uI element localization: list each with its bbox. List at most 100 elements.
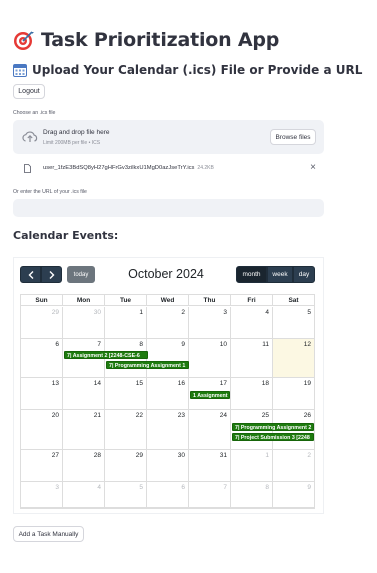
- calendar-event[interactable]: 7| Assignment 2 [2248-CSE-6: [64, 351, 148, 359]
- chevron-right-icon: [49, 270, 54, 279]
- calendar-event[interactable]: 7| Programming Assignment 2: [232, 423, 314, 431]
- prev-month-button[interactable]: [20, 266, 41, 283]
- file-name-text: user_1fzE3BdSQ8yH27gHFrGv3zilkxU1MgD0azJ…: [43, 165, 195, 171]
- day-number: 1: [265, 452, 269, 459]
- day-number: 23: [177, 412, 185, 419]
- day-cell[interactable]: 6: [147, 482, 189, 507]
- calendar-icon: [13, 64, 27, 77]
- view-month-button[interactable]: month: [236, 266, 267, 283]
- page-title-text: Task Prioritization App: [41, 29, 280, 51]
- day-number: 17: [219, 380, 227, 387]
- day-number: 6: [55, 341, 59, 348]
- view-day-button[interactable]: day: [293, 266, 315, 283]
- day-number: 25: [261, 412, 269, 419]
- day-cell[interactable]: 20: [21, 410, 63, 449]
- day-cell[interactable]: 4: [231, 307, 273, 338]
- day-number: 22: [135, 412, 143, 419]
- calendar-event[interactable]: 7| Project Submission 3 [2248: [232, 433, 314, 441]
- logout-button[interactable]: Logout: [13, 84, 45, 99]
- day-cell[interactable]: 6: [21, 339, 63, 377]
- day-cell[interactable]: 21: [63, 410, 105, 449]
- day-cell[interactable]: 30: [147, 450, 189, 481]
- day-cell[interactable]: 19: [273, 378, 314, 409]
- browse-files-button[interactable]: Browse files: [270, 129, 316, 145]
- url-input-label: Or enter the URL of your .ics file: [13, 189, 87, 195]
- day-number: 16: [177, 380, 185, 387]
- day-cell[interactable]: 11: [231, 339, 273, 377]
- chevron-left-icon: [28, 270, 33, 279]
- day-cell[interactable]: 3: [189, 307, 231, 338]
- day-cell[interactable]: 18: [231, 378, 273, 409]
- ics-url-input[interactable]: [13, 199, 324, 217]
- view-week-button[interactable]: week: [267, 266, 293, 283]
- day-number: 14: [93, 380, 101, 387]
- day-number: 3: [223, 309, 227, 316]
- day-number: 30: [93, 309, 101, 316]
- dow-sat: Sat: [288, 297, 299, 304]
- dropzone-title: Drag and drop file here: [43, 129, 110, 136]
- day-cell[interactable]: 1: [105, 307, 147, 338]
- day-cell[interactable]: 3: [21, 482, 63, 507]
- day-cell[interactable]: 4: [63, 482, 105, 507]
- day-cell[interactable]: 23: [147, 410, 189, 449]
- calendar-title: October 2024: [128, 267, 204, 281]
- day-cell[interactable]: 29: [21, 307, 63, 338]
- day-number: 18: [261, 380, 269, 387]
- upload-subheader-text: Upload Your Calendar (.ics) File or Prov…: [32, 63, 363, 77]
- calendar-week-row: 27 28 29 30 31 1 2: [21, 450, 314, 482]
- day-number: 31: [219, 452, 227, 459]
- day-number: 2: [307, 452, 311, 459]
- calendar-event[interactable]: 1 Assignment: [190, 391, 230, 399]
- file-icon: [24, 164, 31, 173]
- day-cell[interactable]: 1: [231, 450, 273, 481]
- day-number: 1: [139, 309, 143, 316]
- day-cell[interactable]: 2: [273, 450, 314, 481]
- dow-wed: Wed: [147, 295, 189, 305]
- day-cell[interactable]: 13: [21, 378, 63, 409]
- day-cell[interactable]: 24: [189, 410, 231, 449]
- calendar-grid: Sun Mon Tue Wed Thu Fri Sat 29 30 1 2 3 …: [20, 294, 315, 509]
- day-cell-today[interactable]: 12: [273, 339, 314, 377]
- day-cell[interactable]: 7: [189, 482, 231, 507]
- day-number: 29: [51, 309, 59, 316]
- day-cell[interactable]: 31: [189, 450, 231, 481]
- day-cell[interactable]: 14: [63, 378, 105, 409]
- next-month-button[interactable]: [41, 266, 62, 283]
- day-cell[interactable]: 27: [21, 450, 63, 481]
- day-number: 26: [303, 412, 311, 419]
- day-cell[interactable]: 16: [147, 378, 189, 409]
- file-size-text: 24.2KB: [197, 165, 214, 171]
- day-cell[interactable]: 9: [273, 482, 314, 507]
- calendar-event[interactable]: 7| Programming Assignment 1: [106, 361, 189, 369]
- file-uploader-label: Choose an .ics file: [13, 110, 56, 116]
- day-cell[interactable]: 2: [147, 307, 189, 338]
- day-cell[interactable]: 22: [105, 410, 147, 449]
- day-number: 20: [51, 412, 59, 419]
- day-number: 6: [181, 484, 185, 491]
- day-cell[interactable]: 10: [189, 339, 231, 377]
- day-cell[interactable]: 30: [63, 307, 105, 338]
- close-icon[interactable]: ×: [310, 163, 316, 173]
- days-of-week-header: Sun Mon Tue Wed Thu Fri Sat: [21, 295, 314, 306]
- today-button[interactable]: today: [67, 266, 95, 283]
- day-cell[interactable]: 29: [105, 450, 147, 481]
- day-number: 12: [303, 341, 311, 348]
- day-number: 27: [51, 452, 59, 459]
- day-number: 10: [219, 341, 227, 348]
- day-number: 8: [265, 484, 269, 491]
- upload-subheader: Upload Your Calendar (.ics) File or Prov…: [13, 61, 362, 79]
- add-task-manually-button[interactable]: Add a Task Manually: [13, 526, 84, 542]
- day-number: 30: [177, 452, 185, 459]
- day-cell[interactable]: 8: [231, 482, 273, 507]
- day-number: 29: [135, 452, 143, 459]
- day-number: 4: [265, 309, 269, 316]
- day-cell[interactable]: 15: [105, 378, 147, 409]
- day-number: 5: [307, 309, 311, 316]
- day-number: 24: [219, 412, 227, 419]
- day-cell[interactable]: 5: [105, 482, 147, 507]
- dow-mon: Mon: [63, 295, 105, 305]
- day-cell[interactable]: 28: [63, 450, 105, 481]
- day-cell[interactable]: 5: [273, 307, 314, 338]
- day-number: 5: [139, 484, 143, 491]
- day-cell[interactable]: 9: [147, 339, 189, 377]
